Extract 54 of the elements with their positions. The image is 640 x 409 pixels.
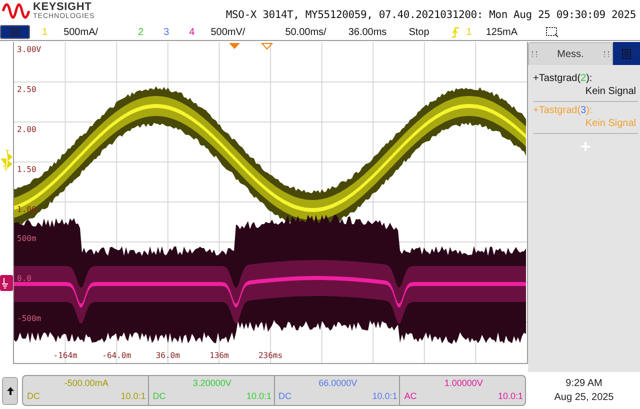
wave-logo-icon (2, 2, 30, 20)
channel-coupling: DC (27, 390, 40, 403)
channel-scale: 500mA/ (64, 26, 98, 38)
voltage-axis-label: 500m (17, 234, 36, 243)
trigger-level: 125mA (486, 26, 518, 38)
channel-offset: 66.0000V (318, 377, 358, 390)
channel-scale: 500mV/ (210, 26, 246, 38)
measurement-label[interactable]: +Tastgrad(2): (533, 72, 638, 85)
brand-name: KEYSIGHT (33, 2, 93, 13)
probe-ratio: 10.0:1 (246, 390, 272, 403)
channel-coupling: DC (278, 390, 292, 403)
rising-edge-trigger-icon (451, 26, 460, 38)
time-axis-label: 236ms (258, 351, 283, 360)
channel-coupling: AC (404, 390, 417, 403)
voltage-axis-label: 1.50 (17, 165, 36, 174)
measurement-value: Kein Signal (585, 85, 637, 98)
time-axis-label: -64.0m (102, 351, 132, 360)
delay-marker-icon (260, 43, 274, 50)
measurement-label[interactable]: +Tastgrad(3): (533, 104, 638, 117)
measurements-tab[interactable]: Mess. (528, 42, 613, 65)
channel-number[interactable]: 3 (164, 26, 170, 38)
voltage-axis-label: 3.00V (17, 45, 42, 54)
selection-icon[interactable] (546, 26, 559, 38)
menu-icon (10, 28, 20, 36)
measurement-value: Kein Signal (585, 117, 637, 130)
voltage-axis-label: 2.50 (17, 85, 36, 94)
instrument-title: MSO-X 3014T, MY55120059, 07.40.2021031200: Mon Aug 25 09:30:09 2025 (226, 8, 636, 21)
channel-number[interactable]: 4 (189, 26, 195, 38)
probe-ratio: 10.0:1 (120, 390, 146, 403)
time-axis-label: -164m (53, 351, 78, 360)
main-menu-button[interactable] (0, 25, 30, 39)
up-arrow-button[interactable] (2, 376, 18, 404)
panel-menu-button[interactable] (613, 42, 640, 65)
channel-coupling: DC (152, 390, 166, 403)
probe-ratio: 10.0:1 (372, 390, 398, 403)
up-arrow-icon (6, 386, 14, 394)
channel-offset: 1.00000V (444, 377, 483, 390)
voltage-axis-label: 2.00 (17, 125, 36, 134)
time-delay: 36.00ms (348, 26, 387, 38)
time-axis-label: 136m (210, 351, 229, 360)
menu-icon (622, 48, 631, 58)
voltage-axis-label: -500m (17, 314, 42, 323)
channel-offset: 3.20000V (192, 377, 232, 390)
run-state: Stop (408, 26, 430, 38)
voltage-axis-label: 0.0 (17, 274, 32, 283)
clock-time: 9:29 AM (566, 376, 602, 390)
trigger-position-marker-icon (229, 43, 240, 49)
channel-number[interactable]: 2 (138, 26, 144, 38)
trigger-source: 1 (466, 26, 472, 38)
time-axis-label: 36.0m (156, 351, 180, 360)
channel-offset: -500.00mA (64, 377, 108, 390)
timebase: 50.00ms/ (285, 26, 326, 38)
probe-ratio: 10.0:1 (498, 390, 523, 403)
clock-date: Aug 25, 2025 (554, 390, 614, 404)
